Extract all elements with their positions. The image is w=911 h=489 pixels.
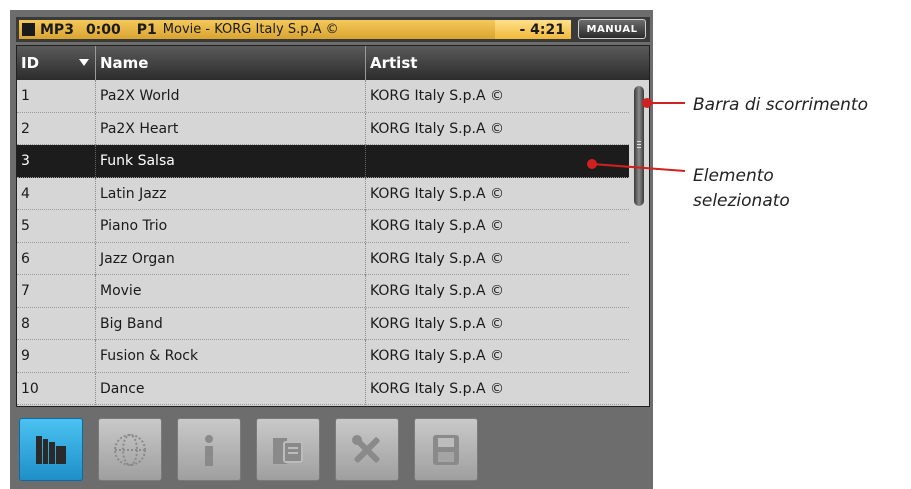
tool-button-save[interactable] <box>414 418 478 481</box>
toolbar <box>16 412 650 482</box>
row-id: 6 <box>17 242 96 275</box>
callout-selected-label-2: selezionato <box>693 191 790 211</box>
row-id: 10 <box>17 372 96 405</box>
row-name: Jazz Organ <box>96 242 366 275</box>
display-screen: MP3 0:00 P1 Movie - KORG Italy S.p.A © -… <box>10 10 653 489</box>
row-id: 9 <box>17 340 96 372</box>
list-row[interactable]: 6 Jazz Organ KORG Italy S.p.A © <box>17 242 629 275</box>
tool-button-library[interactable] <box>19 418 83 481</box>
row-id: 8 <box>17 307 96 340</box>
status-bar: MP3 0:00 P1 Movie - KORG Italy S.p.A © -… <box>16 17 650 42</box>
player-status[interactable]: MP3 0:00 P1 Movie - KORG Italy S.p.A © -… <box>19 20 571 39</box>
row-id: 2 <box>17 112 96 145</box>
list-row[interactable]: 8 Big Band KORG Italy S.p.A © <box>17 307 629 340</box>
list-row[interactable]: 9 Fusion & Rock KORG Italy S.p.A © <box>17 340 629 373</box>
list-row[interactable]: 2 Pa2X Heart KORG Italy S.p.A © <box>17 112 629 145</box>
list-row[interactable]: 7 Movie KORG Italy S.p.A © <box>17 275 629 308</box>
tool-button-tools[interactable] <box>335 418 399 481</box>
row-artist: KORG Italy S.p.A © <box>370 185 504 202</box>
globe-icon <box>110 430 150 470</box>
row-name: Pa2X Heart <box>96 112 366 145</box>
row-artist: KORG Italy S.p.A © <box>370 348 504 364</box>
callout-selected-label-1: Elemento <box>693 166 774 186</box>
info-icon <box>189 430 229 470</box>
row-id: 5 <box>17 210 96 242</box>
row-name: Latin Jazz <box>96 177 366 210</box>
list-row[interactable]: 1 Pa2X World KORG Italy S.p.A © <box>17 80 629 113</box>
row-id: 1 <box>17 80 96 112</box>
row-name: Fusion & Rock <box>96 340 366 372</box>
list-row[interactable]: 10 Dance KORG Italy S.p.A © <box>17 372 629 405</box>
row-name: Dance <box>96 372 366 405</box>
callout-scrollbar-label: Barra di scorrimento <box>693 95 868 115</box>
row-artist: KORG Italy S.p.A © <box>370 218 504 234</box>
stop-icon <box>22 23 35 36</box>
pad-indicator: P1 <box>136 21 157 38</box>
list-row-selected[interactable]: 3 Funk Salsa <box>17 145 629 178</box>
row-artist <box>366 145 628 177</box>
sort-arrow-icon <box>79 59 89 66</box>
row-artist: KORG Italy S.p.A © <box>370 315 504 332</box>
manual-button[interactable]: MANUAL <box>578 19 646 39</box>
row-name: Big Band <box>96 307 366 340</box>
library-icon <box>31 430 71 470</box>
file-format: MP3 <box>40 21 74 38</box>
row-id: 3 <box>17 145 96 177</box>
row-name: Movie <box>96 275 366 307</box>
tools-icon <box>347 430 387 470</box>
row-name: Piano Trio <box>96 210 366 242</box>
elapsed-time: 0:00 <box>85 21 121 38</box>
row-id: 4 <box>17 177 96 210</box>
column-header-name[interactable]: Name <box>96 46 366 80</box>
row-artist: KORG Italy S.p.A © <box>370 120 504 137</box>
row-name: Pa2X World <box>96 80 366 112</box>
tool-button-songbook-edit[interactable] <box>256 418 320 481</box>
songbook-edit-icon <box>268 430 308 470</box>
row-artist: KORG Italy S.p.A © <box>370 283 504 299</box>
song-list: ID Name Artist 1 Pa2X World KORG Italy S.p… <box>16 45 650 407</box>
row-name: Funk Salsa <box>96 145 366 177</box>
column-header-id[interactable]: ID <box>17 46 96 80</box>
tool-button-globe[interactable] <box>98 418 162 481</box>
row-artist: KORG Italy S.p.A © <box>370 380 504 397</box>
row-artist: KORG Italy S.p.A © <box>370 88 504 104</box>
list-header: ID Name Artist <box>17 46 649 80</box>
scrollbar[interactable] <box>629 80 649 406</box>
save-icon <box>426 430 466 470</box>
row-id: 7 <box>17 275 96 307</box>
list-row[interactable]: 5 Piano Trio KORG Italy S.p.A © <box>17 210 629 243</box>
remaining-time: - 4:21 <box>495 20 571 39</box>
row-artist: KORG Italy S.p.A © <box>370 250 504 267</box>
column-header-artist[interactable]: Artist <box>366 46 628 80</box>
tool-button-info[interactable] <box>177 418 241 481</box>
scrollbar-thumb[interactable] <box>634 86 644 206</box>
list-row[interactable]: 4 Latin Jazz KORG Italy S.p.A © <box>17 177 629 210</box>
